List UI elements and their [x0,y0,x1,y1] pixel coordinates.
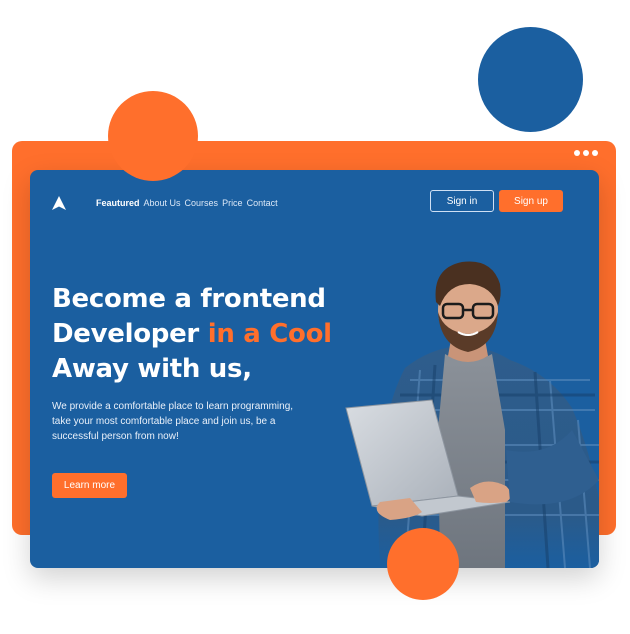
learn-more-button[interactable]: Learn more [52,473,127,498]
more-dots-icon[interactable] [574,150,598,156]
browser-window: Feautured About Us Courses Price Contact… [30,170,599,568]
nav-item-about-us[interactable]: About Us [144,198,181,208]
decorative-orange-circle-bottom [387,528,459,600]
nav-item-contact[interactable]: Contact [247,198,278,208]
nav-item-featured[interactable]: Feautured [96,198,140,208]
hero-description: We provide a comfortable place to learn … [52,401,294,442]
sign-in-button[interactable]: Sign in [430,190,494,212]
logo-a-icon[interactable] [52,196,66,210]
nav-item-price[interactable]: Price [222,198,243,208]
man-with-laptop-photo [345,261,599,568]
landing-page-mockup: Feautured About Us Courses Price Contact… [0,0,630,634]
sign-up-button[interactable]: Sign up [499,190,563,212]
hero-title-line-1: Become a frontend [52,284,326,314]
decorative-orange-circle-top [108,91,198,181]
hero-title-line-3: Away with us, [52,354,252,384]
decorative-blue-circle [478,27,583,132]
hero-title-line-2a: Developer [52,319,208,349]
nav-item-courses[interactable]: Courses [185,198,219,208]
main-nav: Feautured About Us Courses Price Contact [96,198,278,208]
